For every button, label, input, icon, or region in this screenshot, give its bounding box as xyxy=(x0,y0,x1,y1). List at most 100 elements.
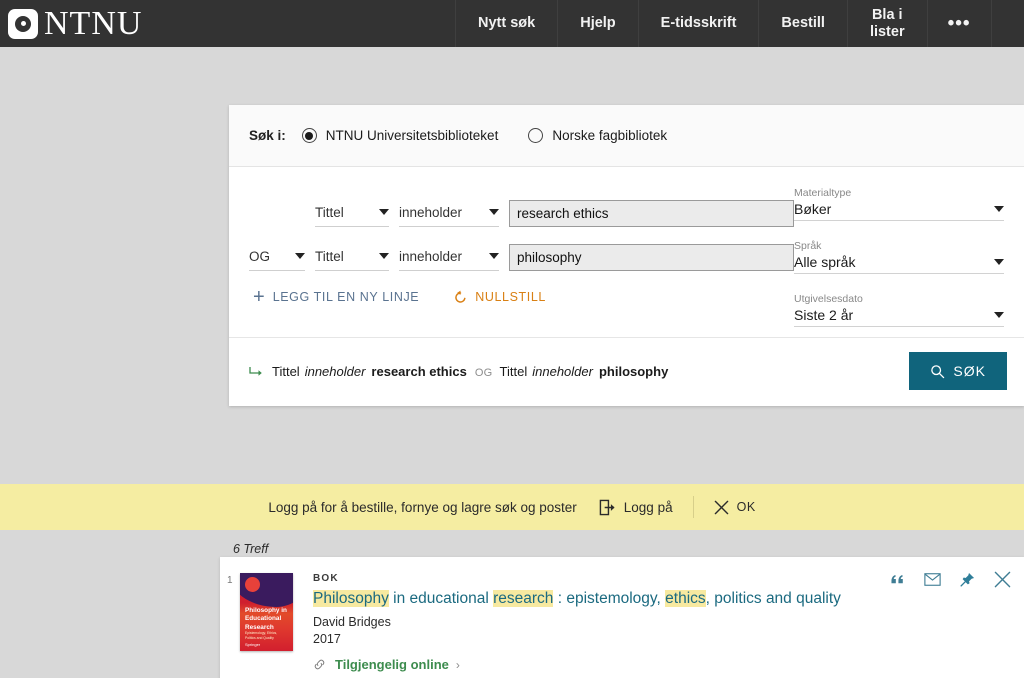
search-body: Tittel inneholder OG Tittel xyxy=(229,167,1024,337)
title-part-0: Philosophy xyxy=(313,590,389,607)
summary-field-2: Tittel xyxy=(499,363,528,379)
result-year: 2017 xyxy=(313,632,341,647)
search-row-1: Tittel inneholder xyxy=(249,185,794,227)
login-banner: Logg på for å bestille, fornye og lagre … xyxy=(0,484,1024,530)
filter-sprak[interactable]: Språk Alle språk xyxy=(794,240,1004,274)
operator-select-row-2[interactable]: inneholder xyxy=(399,244,499,271)
boolean-select-row-2[interactable]: OG xyxy=(249,244,305,271)
login-button[interactable]: Logg på xyxy=(599,499,673,516)
nav-item-nytt-sok[interactable]: Nytt søk xyxy=(455,0,559,47)
title-part-2: research xyxy=(493,590,554,607)
search-submit-label: SØK xyxy=(953,363,986,379)
reset-button[interactable]: NULLSTILL xyxy=(453,290,546,305)
pin-icon[interactable] xyxy=(960,572,975,587)
email-icon[interactable] xyxy=(924,573,941,586)
search-criteria-column: Tittel inneholder OG Tittel xyxy=(249,185,794,331)
scope-option-ntnu[interactable]: NTNU Universitetsbiblioteket xyxy=(301,128,499,143)
reset-label: NULLSTILL xyxy=(475,290,546,304)
result-type-badge: BOK xyxy=(313,573,339,584)
nav-item-hjelp[interactable]: Hjelp xyxy=(558,0,639,47)
chevron-down-icon xyxy=(379,253,389,259)
query-summary: Tittel inneholder research ethics OG Tit… xyxy=(249,364,676,379)
chevron-right-icon: › xyxy=(455,657,460,672)
banner-ok-button[interactable]: OK xyxy=(714,500,756,515)
title-part-5: , politics and quality xyxy=(705,590,841,607)
operator-select-row-1[interactable]: inneholder xyxy=(399,200,499,227)
scope-option-norske[interactable]: Norske fagbibliotek xyxy=(528,128,667,143)
chevron-down-icon xyxy=(994,206,1004,212)
filter-sprak-label: Språk xyxy=(794,240,822,252)
chevron-down-icon xyxy=(994,259,1004,265)
summary-operator-2: inneholder xyxy=(532,363,593,379)
filter-utgivelsesdato-value: Siste 2 år xyxy=(794,307,854,323)
field-select-row-1[interactable]: Tittel xyxy=(315,200,389,227)
book-cover-publisher: Springer xyxy=(245,642,261,647)
search-row-2: OG Tittel inneholder xyxy=(249,229,794,271)
filter-materialtype[interactable]: Materialtype Bøker xyxy=(794,187,1004,221)
result-availability-link[interactable]: Tilgjengelig online › xyxy=(313,657,874,672)
filter-utgivelsesdato-label: Utgivelsesdato xyxy=(794,293,863,305)
chevron-down-icon xyxy=(489,209,499,215)
search-submit-button[interactable]: SØK xyxy=(909,352,1007,390)
boolean-select-row-2-value: OG xyxy=(249,248,271,264)
ntnu-logo-text: NTNU xyxy=(44,4,143,42)
radio-ntnu-icon[interactable] xyxy=(301,128,317,143)
nav-item-bla-i-lister[interactable]: Bla i lister xyxy=(848,0,928,47)
login-icon xyxy=(599,499,615,515)
search-filters-column: Materialtype Bøker Språk Alle språk Utgi… xyxy=(794,185,1004,331)
book-cover-subtitle: Epistemology, Ethics, Politics and Quali… xyxy=(245,631,278,640)
summary-operator-1: inneholder xyxy=(304,363,366,379)
search-row-actions: + LEGG TIL EN NY LINJE NULLSTILL xyxy=(249,271,794,313)
add-new-line-button[interactable]: + LEGG TIL EN NY LINJE xyxy=(253,287,419,307)
search-term-input-row-2[interactable] xyxy=(509,244,794,271)
chevron-down-icon xyxy=(994,312,1004,318)
ntnu-logo[interactable]: NTNU xyxy=(0,4,143,42)
filter-sprak-value: Alle språk xyxy=(794,254,856,270)
scope-option-norske-label: Norske fagbibliotek xyxy=(552,128,668,143)
close-icon[interactable] xyxy=(994,571,1011,588)
close-icon xyxy=(714,500,728,514)
plus-icon: + xyxy=(253,286,265,308)
ntnu-logo-mark-icon xyxy=(8,8,38,39)
result-item: 1 Philosophy in Educational Research Epi… xyxy=(220,557,1024,678)
radio-norske-icon[interactable] xyxy=(528,128,544,143)
operator-select-row-2-value: inneholder xyxy=(399,248,463,264)
cite-icon[interactable] xyxy=(890,573,905,586)
field-select-row-2[interactable]: Tittel xyxy=(315,244,389,271)
results-count: 6 Treff xyxy=(233,542,269,556)
filter-utgivelsesdato[interactable]: Utgivelsesdato Siste 2 år xyxy=(794,293,1004,327)
reset-icon xyxy=(453,290,468,305)
nav-item-e-tidsskrift[interactable]: E-tidsskrift xyxy=(639,0,760,47)
result-author: David Bridges xyxy=(313,615,391,630)
advanced-search-card: Søk i: NTNU Universitetsbiblioteket Nors… xyxy=(229,105,1024,406)
result-availability-label: Tilgjengelig online xyxy=(335,657,449,673)
banner-divider xyxy=(692,496,694,518)
scope-option-ntnu-label: NTNU Universitetsbiblioteket xyxy=(325,128,499,143)
title-part-4: ethics xyxy=(665,590,706,607)
book-cover-title: Philosophy in Educational Research xyxy=(245,607,287,631)
summary-term-2: philosophy xyxy=(598,363,669,379)
filter-materialtype-value: Bøker xyxy=(794,201,832,217)
login-banner-message: Logg på for å bestille, fornye og lagre … xyxy=(268,499,577,515)
chevron-down-icon xyxy=(489,253,499,259)
add-new-line-label: LEGG TIL EN NY LINJE xyxy=(272,290,420,304)
summary-field-1: Tittel xyxy=(272,363,300,379)
nav-item-more-menu[interactable]: ••• xyxy=(928,0,992,47)
login-button-label: Logg på xyxy=(623,499,673,515)
chevron-down-icon xyxy=(379,209,389,215)
query-summary-bar: Tittel inneholder research ethics OG Tit… xyxy=(229,337,1024,406)
search-icon xyxy=(931,364,945,378)
title-part-1: in educational xyxy=(388,590,494,607)
result-title-link[interactable]: Philosophy in educational research : epi… xyxy=(313,589,874,609)
summary-term-1: research ethics xyxy=(371,363,467,379)
link-icon xyxy=(314,659,325,670)
search-scope-row: Søk i: NTNU Universitetsbiblioteket Nors… xyxy=(229,105,1024,167)
main-nav: Nytt søk Hjelp E-tidsskrift Bestill Bla … xyxy=(455,0,992,47)
results-panel: 1 Philosophy in Educational Research Epi… xyxy=(220,557,1024,678)
result-index: 1 xyxy=(227,575,233,586)
book-cover-thumbnail[interactable]: Philosophy in Educational Research Epist… xyxy=(240,573,293,651)
filter-materialtype-label: Materialtype xyxy=(794,187,852,199)
search-term-input-row-1[interactable] xyxy=(509,200,794,227)
result-action-icons xyxy=(871,571,1011,588)
nav-item-bestill[interactable]: Bestill xyxy=(759,0,848,47)
